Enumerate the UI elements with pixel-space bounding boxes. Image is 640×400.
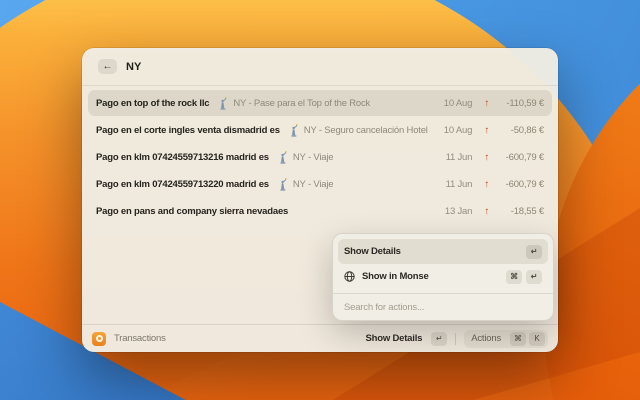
globe-icon — [344, 271, 355, 282]
statue-of-liberty-icon — [278, 178, 288, 191]
transaction-row[interactable]: Pago en el corte ingles venta dismadrid … — [88, 117, 552, 143]
actions-search-input[interactable] — [344, 302, 542, 313]
transaction-title: Pago en klm 07424559713220 madrid es — [96, 179, 269, 190]
back-arrow-icon: ← — [103, 61, 113, 72]
transaction-row[interactable]: Pago en top of the rock llc NY - Pase pa… — [88, 90, 552, 116]
back-button[interactable]: ← — [98, 59, 117, 74]
status-bar: Transactions Show Details ↵ Actions ⌘ K — [82, 324, 558, 352]
transaction-amount: -110,59 € — [492, 98, 544, 109]
footer-divider — [455, 333, 456, 345]
outflow-arrow-icon: ↑ — [484, 98, 489, 109]
action-item-show-in-monse[interactable]: Show in Monse ⌘ ↵ — [338, 264, 548, 289]
transaction-amount: -50,86 € — [492, 125, 544, 136]
transaction-date: 10 Aug — [438, 98, 472, 109]
outflow-arrow-icon: ↑ — [484, 206, 489, 217]
transaction-date: 10 Aug — [438, 125, 472, 136]
command-key-icon: ⌘ — [506, 270, 522, 284]
transaction-row[interactable]: Pago en klm 07424559713220 madrid es NY … — [88, 171, 552, 197]
primary-action-button[interactable]: Show Details ↵ — [366, 332, 448, 346]
command-key-icon: ⌘ — [510, 332, 526, 346]
action-item-label: Show Details — [344, 246, 401, 257]
action-item-label: Show in Monse — [362, 271, 429, 282]
statue-of-liberty-icon — [278, 151, 288, 164]
transactions-app-icon — [92, 332, 106, 346]
transaction-tag: NY - Viaje — [293, 152, 333, 163]
transaction-tag: NY - Seguro cancelación Hotel — [304, 125, 428, 136]
actions-popup: Show Details ↵ Show in Monse ⌘ ↵ — [332, 233, 554, 321]
action-item-show-details[interactable]: Show Details ↵ — [338, 239, 548, 264]
k-key-icon: K — [529, 332, 545, 346]
transaction-tag: NY - Viaje — [293, 179, 333, 190]
transaction-row[interactable]: Pago en pans and company sierra nevadaes… — [88, 198, 552, 224]
transaction-title: Pago en top of the rock llc — [96, 98, 209, 109]
transaction-title: Pago en el corte ingles venta dismadrid … — [96, 125, 280, 136]
outflow-arrow-icon: ↑ — [484, 179, 489, 190]
primary-action-label: Show Details — [366, 333, 423, 344]
transaction-amount: -18,55 € — [492, 206, 544, 217]
return-key-icon: ↵ — [431, 332, 447, 346]
command-name-label: Transactions — [114, 333, 166, 344]
outflow-arrow-icon: ↑ — [484, 125, 489, 136]
transaction-row[interactable]: Pago en klm 07424559713216 madrid es NY … — [88, 144, 552, 170]
actions-menu-button[interactable]: Actions ⌘ K — [464, 330, 548, 348]
transaction-date: 11 Jun — [438, 179, 472, 190]
transaction-amount: -600,79 € — [492, 152, 544, 163]
page-title: NY — [126, 61, 141, 73]
return-key-icon: ↵ — [526, 245, 542, 259]
transaction-title: Pago en klm 07424559713216 madrid es — [96, 152, 269, 163]
transaction-amount: -600,79 € — [492, 179, 544, 190]
actions-label: Actions — [471, 333, 501, 344]
window-header: ← NY — [82, 48, 558, 86]
return-key-icon: ↵ — [526, 270, 542, 284]
transaction-tag: NY - Pase para el Top of the Rock — [233, 98, 370, 109]
transaction-date: 13 Jan — [438, 206, 472, 217]
transaction-title: Pago en pans and company sierra nevadaes — [96, 206, 288, 217]
outflow-arrow-icon: ↑ — [484, 152, 489, 163]
launcher-window: ← NY Pago en top of the rock llc NY - Pa… — [82, 48, 558, 352]
statue-of-liberty-icon — [218, 97, 228, 110]
transaction-date: 11 Jun — [438, 152, 472, 163]
statue-of-liberty-icon — [289, 124, 299, 137]
